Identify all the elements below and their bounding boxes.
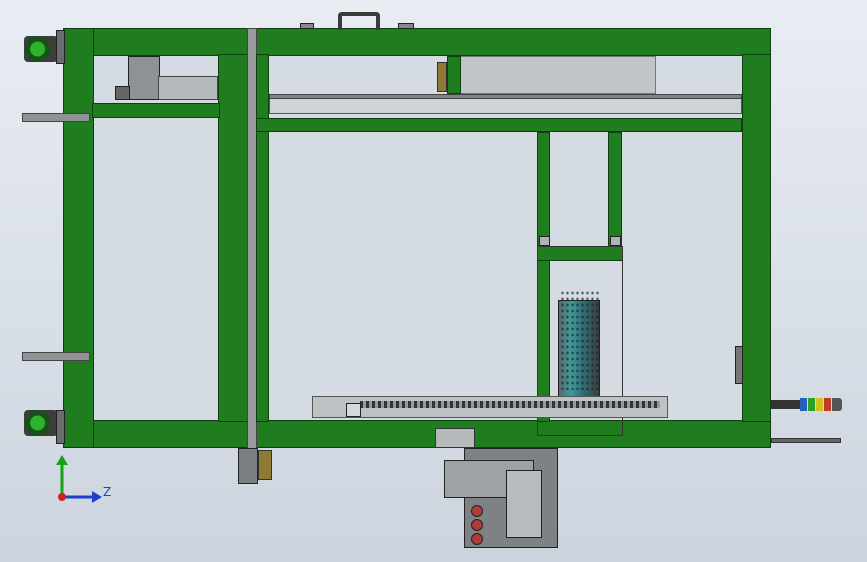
foot-mount-lower xyxy=(56,410,65,444)
bottom-left-bracket xyxy=(238,448,258,484)
control-button-icon xyxy=(471,505,483,517)
cylinder-dots xyxy=(560,290,600,390)
signal-lamp-cap xyxy=(832,398,842,411)
bottom-left-cylinder xyxy=(258,450,272,480)
signal-tower-base xyxy=(771,400,801,409)
frame-right-post xyxy=(742,54,771,422)
signal-cable xyxy=(771,438,841,443)
left-shelf-beam xyxy=(92,103,220,118)
side-bracket-upper xyxy=(22,113,90,122)
signal-lamp-red xyxy=(824,398,831,411)
control-box-window xyxy=(506,470,542,538)
coordinate-triad-icon xyxy=(56,455,102,503)
frame-inner-post-1 xyxy=(218,54,248,422)
foot-mount-upper xyxy=(56,30,65,64)
side-bracket-lower xyxy=(22,352,90,361)
side-door-latch xyxy=(735,346,743,384)
gantry-rail-edge xyxy=(269,94,742,99)
leveling-foot-icon xyxy=(24,36,58,62)
frame-bottom-beam xyxy=(63,420,771,448)
cage-bracket-right xyxy=(610,236,621,246)
conveyor-carriage xyxy=(346,403,361,417)
gripper-module xyxy=(128,56,160,100)
cage-bracket-left xyxy=(539,236,550,246)
control-button-icon xyxy=(471,533,483,545)
bottom-junction-box xyxy=(435,428,475,448)
carry-handle-icon xyxy=(338,12,380,30)
top-housing-cap xyxy=(437,62,447,92)
control-button-icon xyxy=(471,519,483,531)
frame-left-post xyxy=(63,28,94,448)
frame-inner-post-2 xyxy=(256,54,269,422)
signal-lamp-green xyxy=(808,398,815,411)
leveling-foot-icon xyxy=(24,410,58,436)
signal-lamp-yellow xyxy=(816,398,823,411)
conveyor-screw xyxy=(360,401,660,408)
middle-cross-beam xyxy=(256,118,742,132)
top-housing-bracket xyxy=(447,56,461,94)
gripper-arm xyxy=(158,76,218,100)
top-clip-right xyxy=(398,23,414,29)
top-clip-left xyxy=(300,23,314,29)
axis-z-label: Z xyxy=(103,485,112,499)
gripper-base xyxy=(115,86,130,100)
top-housing-box xyxy=(460,56,656,94)
cage-right-post xyxy=(608,132,622,248)
frame-top-beam xyxy=(63,28,771,56)
signal-lamp-blue xyxy=(800,398,807,411)
